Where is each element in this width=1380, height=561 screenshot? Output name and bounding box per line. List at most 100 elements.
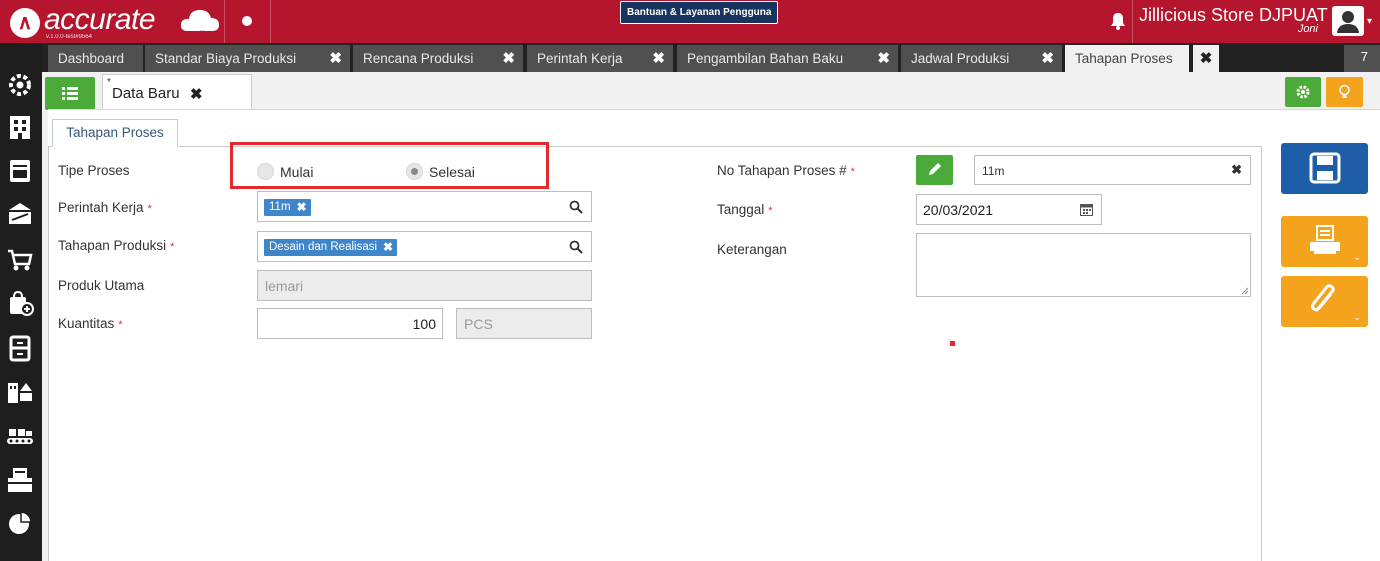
calendar-icon[interactable]: [1080, 203, 1093, 216]
close-icon[interactable]: ✖: [1041, 45, 1054, 72]
user-icon: [1337, 11, 1359, 33]
tanggal-input[interactable]: 20/03/2021: [916, 194, 1102, 225]
tahapan-produksi-input[interactable]: Desain dan Realisasi ✖: [257, 231, 592, 262]
module-tab-bar: Dashboard Standar Biaya Produksi ✖ Renca…: [42, 43, 1380, 72]
tab-label: Rencana Produksi: [363, 51, 474, 66]
kuantitas-label: Kuantitas *: [58, 316, 123, 331]
chevron-down-icon: ⌄: [1353, 252, 1361, 262]
required-marker: *: [850, 166, 855, 178]
warehouse-icon[interactable]: [6, 377, 34, 405]
tax-icon[interactable]: [6, 466, 34, 494]
help-button[interactable]: Bantuan & Layanan Pengguna: [620, 1, 779, 24]
tipe-proses-label: Tipe Proses: [58, 163, 130, 178]
avatar[interactable]: [1332, 6, 1364, 36]
gear-icon[interactable]: [6, 71, 34, 99]
logo-mark-icon: ∧: [10, 8, 40, 38]
label-text: No Tahapan Proses #: [717, 163, 847, 178]
label-text: Perintah Kerja: [58, 200, 144, 215]
bag-add-icon[interactable]: [6, 289, 34, 317]
tahapan-produksi-chip[interactable]: Desain dan Realisasi ✖: [264, 239, 398, 256]
perintah-kerja-label: Perintah Kerja *: [58, 200, 152, 215]
search-icon[interactable]: [569, 240, 583, 254]
keterangan-textarea[interactable]: [916, 233, 1251, 297]
tab-count-badge[interactable]: 7: [1344, 45, 1380, 72]
close-icon[interactable]: ✖: [877, 45, 890, 72]
status-dot-icon: [242, 16, 252, 26]
unsaved-marker: *: [107, 77, 111, 88]
required-marker: *: [118, 319, 123, 331]
print-button[interactable]: ⌄: [1281, 216, 1368, 267]
divider: [224, 0, 225, 43]
save-icon: [1309, 152, 1341, 184]
ledger-icon[interactable]: [6, 157, 34, 185]
pie-chart-icon[interactable]: [6, 509, 34, 537]
user-name[interactable]: Joni: [1298, 23, 1318, 35]
close-icon[interactable]: ✖: [190, 85, 203, 103]
label-text: Tahapan Produksi: [58, 238, 167, 253]
tab-label: Tahapan Proses: [1075, 51, 1173, 66]
tab-pengambilan-bahan-baku[interactable]: Pengambilan Bahan Baku ✖: [677, 45, 898, 72]
kuantitas-value: 100: [412, 316, 436, 332]
required-marker: *: [768, 205, 773, 217]
tanggal-value: 20/03/2021: [923, 202, 994, 218]
tab-jadwal-produksi[interactable]: Jadwal Produksi ✖: [901, 45, 1062, 72]
list-icon: [62, 87, 78, 100]
app-logo[interactable]: ∧ accurate online v.1.0.0-test#9564: [10, 3, 220, 41]
close-icon[interactable]: ✖: [329, 45, 342, 72]
cart-icon[interactable]: [6, 246, 34, 274]
tab-label: Perintah Kerja: [537, 51, 623, 66]
section-tab-tahapan-proses[interactable]: Tahapan Proses: [52, 119, 178, 147]
conveyor-icon[interactable]: [6, 423, 34, 451]
close-icon[interactable]: ✖: [1193, 45, 1219, 72]
attachment-button[interactable]: ⌄: [1281, 276, 1368, 327]
logo-text: accurate: [44, 3, 156, 36]
required-marker: *: [147, 203, 152, 215]
tab-standar-biaya-produksi[interactable]: Standar Biaya Produksi ✖: [145, 45, 350, 72]
perintah-kerja-input[interactable]: 11m ✖: [257, 191, 592, 222]
subtab-label: Data Baru: [112, 85, 180, 102]
chip-remove-icon[interactable]: ✖: [383, 239, 393, 256]
building-icon[interactable]: [6, 113, 34, 141]
chip-label: Desain dan Realisasi: [269, 241, 378, 253]
no-tahapan-input[interactable]: 11m ✖: [974, 155, 1251, 185]
version-text: v.1.0.0-test#9564: [46, 34, 92, 40]
tab-dashboard[interactable]: Dashboard: [48, 45, 143, 72]
highlight-box: [230, 142, 549, 189]
label-text: Tanggal: [717, 202, 765, 217]
save-button[interactable]: [1281, 143, 1368, 194]
tab-data-baru[interactable]: * Data Baru ✖: [102, 74, 252, 110]
required-marker: *: [170, 241, 175, 253]
bell-icon[interactable]: [1110, 12, 1126, 30]
clear-icon[interactable]: ✖: [1231, 162, 1242, 178]
divider: [1132, 0, 1133, 43]
no-tahapan-value: 11m: [982, 164, 1005, 178]
close-icon[interactable]: ✖: [652, 45, 665, 72]
produk-utama-label: Produk Utama: [58, 278, 145, 293]
list-view-button[interactable]: [45, 77, 95, 110]
marker-dot: [950, 341, 955, 346]
top-bar: ∧ accurate online v.1.0.0-test#9564 Bant…: [0, 0, 1380, 43]
produk-utama-field: lemari: [257, 270, 592, 301]
tab-perintah-kerja[interactable]: Perintah Kerja ✖: [527, 45, 673, 72]
tab-rencana-produksi[interactable]: Rencana Produksi ✖: [353, 45, 523, 72]
lightbulb-icon: [1339, 84, 1350, 98]
close-icon[interactable]: ✖: [502, 45, 515, 72]
bank-icon[interactable]: [6, 200, 34, 228]
search-icon[interactable]: [569, 200, 583, 214]
unit-field: PCS: [456, 308, 592, 339]
chip-remove-icon[interactable]: ✖: [296, 199, 306, 216]
tips-button[interactable]: [1326, 77, 1363, 107]
pencil-icon: [929, 163, 941, 175]
tab-tahapan-proses[interactable]: Tahapan Proses: [1065, 45, 1189, 72]
label-text: Kuantitas: [58, 316, 115, 331]
chevron-down-icon[interactable]: ▾: [1367, 16, 1372, 27]
gear-icon: [1296, 85, 1310, 99]
edit-number-button[interactable]: [916, 155, 953, 185]
cabinet-icon[interactable]: [6, 334, 34, 362]
settings-button[interactable]: [1285, 77, 1321, 107]
resize-handle-icon[interactable]: [1241, 287, 1249, 295]
kuantitas-input[interactable]: 100: [257, 308, 443, 339]
chevron-down-icon: ⌄: [1353, 312, 1361, 322]
logo-sub: online: [188, 29, 215, 39]
perintah-kerja-chip[interactable]: 11m ✖: [264, 199, 311, 216]
